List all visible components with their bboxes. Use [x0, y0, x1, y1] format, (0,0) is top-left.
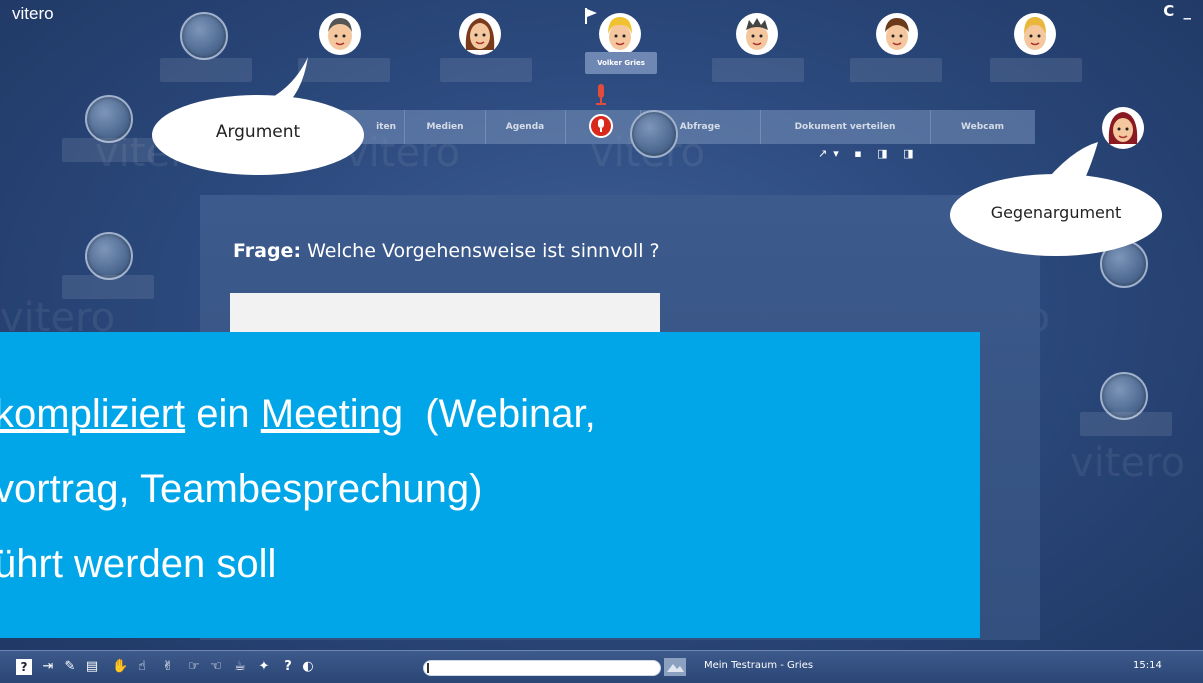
idea-icon[interactable]: ✦ — [256, 659, 272, 675]
thumb-left-icon[interactable]: ☜ — [208, 659, 224, 675]
thumb-right-icon[interactable]: ☞ — [186, 659, 202, 675]
speech-bubble-tail — [250, 57, 308, 110]
presenter-flag-icon — [585, 8, 597, 24]
participant-avatar-female[interactable] — [458, 12, 502, 56]
seat-pad — [440, 58, 532, 82]
seat-pad — [1080, 412, 1172, 436]
hand-raise-icon[interactable]: ☝ — [134, 659, 150, 675]
tab-medien[interactable]: Medien — [405, 110, 486, 144]
seat-pad — [160, 58, 252, 82]
seat-pad — [62, 275, 154, 299]
seat-pad — [990, 58, 1082, 82]
microphone-icon[interactable] — [588, 84, 614, 142]
participant-avatar-speaker[interactable] — [598, 12, 642, 56]
vitero-room: vitero vitero vitero vitero vitero viter… — [0, 0, 1203, 683]
seat-pad — [62, 138, 154, 162]
applause-icon[interactable]: ✌ — [160, 659, 176, 675]
tab-dokument-verteilen[interactable]: Dokument verteilen — [760, 110, 931, 144]
clock: 15:14 — [1133, 660, 1162, 671]
poll-question: Frage: Welche Vorgehensweise ist sinnvol… — [233, 240, 660, 262]
overlay-line-2: vortrag, Teambesprechung) — [0, 467, 483, 511]
seat-pad — [850, 58, 942, 82]
brand-logo: vitero — [12, 4, 54, 23]
question-label: Frage: — [233, 240, 302, 262]
window-controls[interactable]: C _ — [1163, 2, 1193, 20]
room-name: Mein Testraum - Gries — [704, 660, 814, 671]
coffee-icon[interactable]: ☕ — [232, 659, 248, 675]
participant-avatar-male[interactable] — [735, 12, 779, 56]
pointer-icon[interactable]: ✎ — [62, 659, 78, 675]
enter-icon[interactable]: ⇥ — [40, 659, 56, 675]
help-icon[interactable]: ? — [16, 659, 32, 675]
volume-slider[interactable] — [423, 660, 661, 676]
slide-overlay: kompliziert ein Meeting (Webinar, vortra… — [0, 332, 980, 638]
watermark: vitero — [1070, 440, 1186, 486]
seat-pad — [298, 58, 390, 82]
seat-pad — [712, 58, 804, 82]
empty-seat[interactable] — [85, 95, 133, 143]
speaker-icon[interactable]: ◐ — [300, 659, 316, 675]
overlay-line-1: kompliziert ein Meeting (Webinar, — [0, 392, 596, 437]
question-text: Welche Vorgehensweise ist sinnvoll ? — [307, 240, 660, 262]
empty-seat[interactable] — [180, 12, 228, 60]
participant-avatar-male[interactable] — [875, 12, 919, 56]
participant-avatar-male[interactable] — [318, 12, 362, 56]
overlay-link-meeting: Meeting — [260, 392, 404, 436]
tab-webcam[interactable]: Webcam — [930, 110, 1035, 144]
participant-avatar-male[interactable] — [1013, 12, 1057, 56]
empty-seat[interactable] — [630, 110, 678, 158]
hand-wave-icon[interactable]: ✋ — [112, 659, 128, 675]
overlay-line-3: ührt werden soll — [0, 542, 277, 586]
notepad-icon[interactable]: ▤ — [84, 659, 100, 675]
tab-agenda[interactable]: Agenda — [485, 110, 566, 144]
participant-avatar-female[interactable] — [1101, 106, 1145, 150]
overlay-link-kompliziert: kompliziert — [0, 392, 186, 436]
bottom-toolbar: ? ⇥ ✎ ▤ ✋ ☝ ✌ ☞ ☜ ☕ ✦ ? ◐ Mein Testraum … — [0, 650, 1203, 683]
document-tools[interactable]: ↗▾ ▪ ◨ ◨ — [818, 147, 919, 160]
speaker-name-tag: Volker Gries — [585, 52, 657, 74]
speech-bubble-tail — [1040, 142, 1098, 188]
empty-seat[interactable] — [85, 232, 133, 280]
slider-handle[interactable] — [427, 663, 429, 673]
room-icon[interactable] — [664, 658, 686, 676]
question-icon[interactable]: ? — [280, 659, 296, 675]
